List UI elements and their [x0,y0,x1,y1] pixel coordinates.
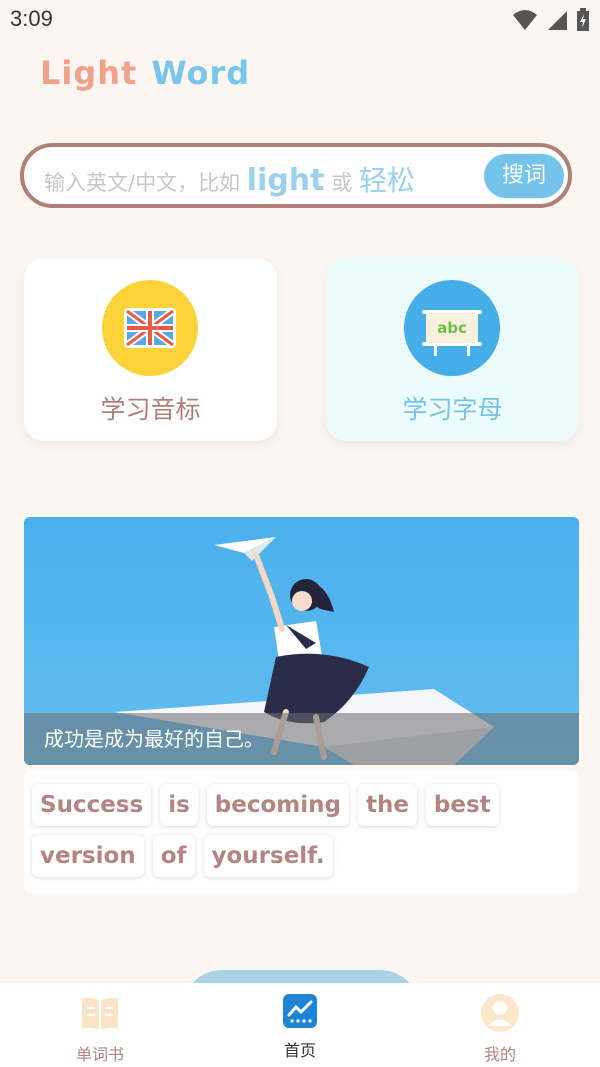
app-title-word: Word [151,54,251,92]
word-chip[interactable]: yourself. [203,835,333,877]
tab-home[interactable]: 首页 [240,993,360,1061]
tab-home-label: 首页 [283,1041,316,1060]
tab-mine[interactable]: 我的 [440,993,560,1065]
status-time: 3:09 [10,6,53,31]
app-title: Light Word [40,54,250,92]
signal-icon [548,11,567,30]
home-chart-icon [283,994,317,1028]
tab-wordbook-label: 单词书 [75,1045,124,1064]
app-title-light: Light [40,54,138,92]
battery-icon [577,8,589,31]
quote-words: Success is becoming the best version of … [24,770,579,894]
quote-banner[interactable]: 成功是成为最好的自己。 [24,517,579,765]
status-bar: 3:09 [0,0,600,40]
learn-phonetics-label: 学习音标 [100,395,201,424]
search-example-cn: 轻松 [358,164,415,197]
search-input[interactable]: 输入英文/中文，比如 light 或 轻松 搜词 [20,143,572,208]
search-button[interactable]: 搜词 [484,154,564,198]
banner-caption: 成功是成为最好的自己。 [24,713,579,765]
word-chip[interactable]: best [425,784,499,826]
search-or-word: 或 [331,171,353,195]
word-chip[interactable]: Success [32,784,152,826]
word-chip[interactable]: the [357,784,417,826]
search-placeholder-prefix: 输入英文/中文，比如 [44,171,241,195]
word-chip[interactable]: becoming [206,784,349,826]
abc-board-icon: abc [404,280,500,376]
learn-phonetics-card[interactable]: 学习音标 [24,258,277,441]
book-icon [82,997,118,1030]
bottom-tab-bar: 单词书 首页 我的 [0,983,600,1067]
learn-alphabet-card[interactable]: abc 学习字母 [326,258,579,441]
learn-alphabet-label: 学习字母 [402,395,503,424]
tab-mine-label: 我的 [483,1045,516,1064]
wifi-icon [513,10,537,30]
status-icons [512,8,590,32]
user-icon [481,994,519,1032]
search-placeholder: 输入英文/中文，比如 light 或 轻松 [44,159,415,199]
search-example-en: light [246,163,325,198]
svg-text:abc: abc [437,319,467,337]
word-chip[interactable]: of [152,835,195,877]
uk-flag-icon [102,280,198,376]
word-chip[interactable]: version [32,835,144,877]
tab-wordbook[interactable]: 单词书 [40,993,160,1065]
word-chip[interactable]: is [160,784,198,826]
